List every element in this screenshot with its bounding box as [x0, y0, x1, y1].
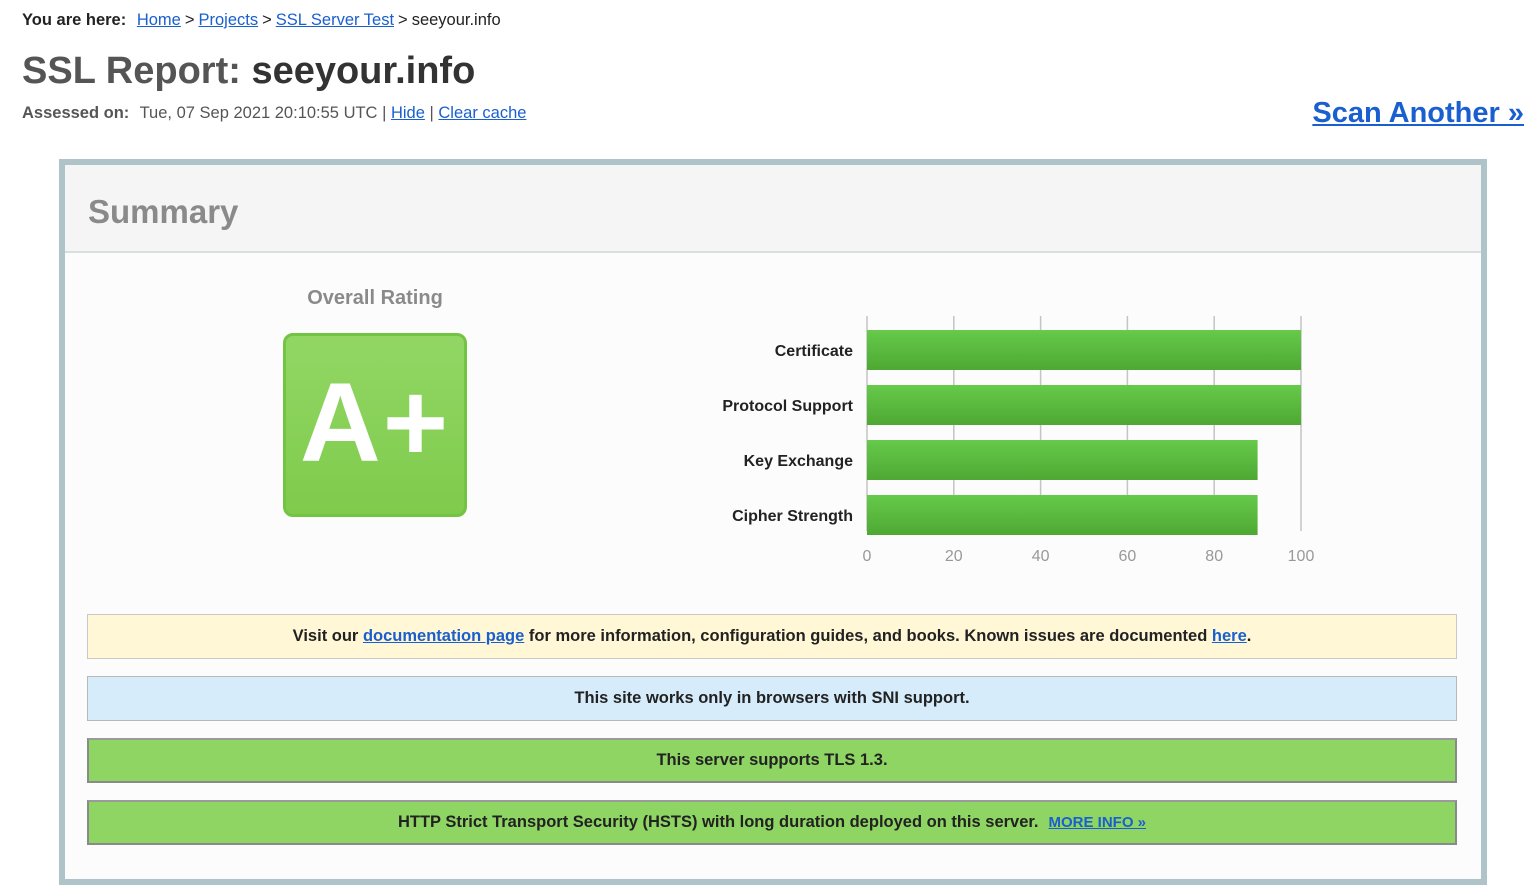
assessed-date: Tue, 07 Sep 2021 20:10:55 UTC: [139, 104, 378, 122]
x-tick-label: 100: [1288, 548, 1315, 565]
x-tick-label: 80: [1205, 548, 1223, 565]
rating-bar-chart: Certificate Protocol Support Key Exchange C…: [722, 316, 1315, 565]
summary-header: Summary: [65, 165, 1481, 253]
x-tick-label: 20: [945, 548, 963, 565]
category-label: Key Exchange: [744, 453, 853, 470]
category-label: Protocol Support: [722, 398, 853, 415]
hsts-notice-text: HTTP Strict Transport Security (HSTS) wi…: [397, 813, 1039, 831]
summary-title: Summary: [88, 193, 239, 230]
grade-badge: A+: [283, 333, 467, 517]
pipe-separator: |: [429, 104, 434, 122]
clear-cache-link[interactable]: Clear cache: [438, 104, 526, 122]
bar-key-exchange: [867, 440, 1258, 480]
category-label: Cipher Strength: [732, 508, 853, 525]
breadcrumb-current: seeyour.info: [411, 11, 501, 29]
hide-link[interactable]: Hide: [391, 104, 425, 122]
tls13-notice-text: This server supports TLS 1.3.: [656, 751, 888, 769]
doc-notice-prefix: Visit our: [292, 627, 359, 645]
breadcrumb-separator: >: [184, 11, 195, 29]
category-label: Certificate: [775, 343, 853, 360]
scan-another-link[interactable]: Scan Another »: [1312, 97, 1524, 130]
page-title: SSL Report: seeyour.info: [22, 50, 475, 93]
x-tick-label: 0: [863, 548, 872, 565]
hsts-more-info-link[interactable]: MORE INFO »: [1049, 814, 1147, 831]
page-title-prefix: SSL Report:: [22, 50, 241, 92]
pipe-separator: |: [382, 104, 387, 122]
bar-certificate: [867, 330, 1301, 370]
overall-rating-label: Overall Rating: [307, 287, 443, 309]
doc-notice-middle: for more information, configuration guid…: [528, 627, 1208, 645]
assessed-info: Assessed on: Tue, 07 Sep 2021 20:10:55 U…: [22, 104, 526, 123]
breadcrumb-label: You are here:: [22, 11, 127, 29]
bar-cipher-strength: [867, 495, 1258, 535]
breadcrumb-ssl-server-test-link[interactable]: SSL Server Test: [276, 11, 394, 29]
doc-notice-suffix: .: [1246, 627, 1252, 645]
breadcrumb-separator: >: [262, 11, 272, 29]
sni-notice: This site works only in browsers with SN…: [87, 676, 1457, 721]
breadcrumb: You are here: Home > Projects > SSL Server T…: [22, 11, 501, 30]
breadcrumb-home-link[interactable]: Home: [137, 11, 181, 29]
known-issues-here-link[interactable]: here: [1212, 627, 1247, 646]
bar-protocol-support: [867, 385, 1301, 425]
grade-text: A+: [299, 360, 451, 485]
tls13-notice: This server supports TLS 1.3.: [87, 738, 1457, 783]
hsts-notice: HTTP Strict Transport Security (HSTS) wi…: [87, 800, 1457, 845]
breadcrumb-projects-link[interactable]: Projects: [198, 11, 258, 29]
documentation-notice: Visit our documentation page for more in…: [87, 614, 1457, 659]
breadcrumb-separator: >: [398, 11, 408, 29]
sni-notice-text: This site works only in browsers with SN…: [574, 689, 970, 707]
assessed-label: Assessed on:: [22, 104, 130, 122]
x-tick-label: 60: [1119, 548, 1137, 565]
summary-panel: Summary Overall Rating A+ Certificate Pro…: [59, 159, 1487, 885]
documentation-page-link[interactable]: documentation page: [363, 627, 524, 646]
page-title-host: seeyour.info: [251, 50, 476, 92]
x-tick-label: 40: [1032, 548, 1050, 565]
